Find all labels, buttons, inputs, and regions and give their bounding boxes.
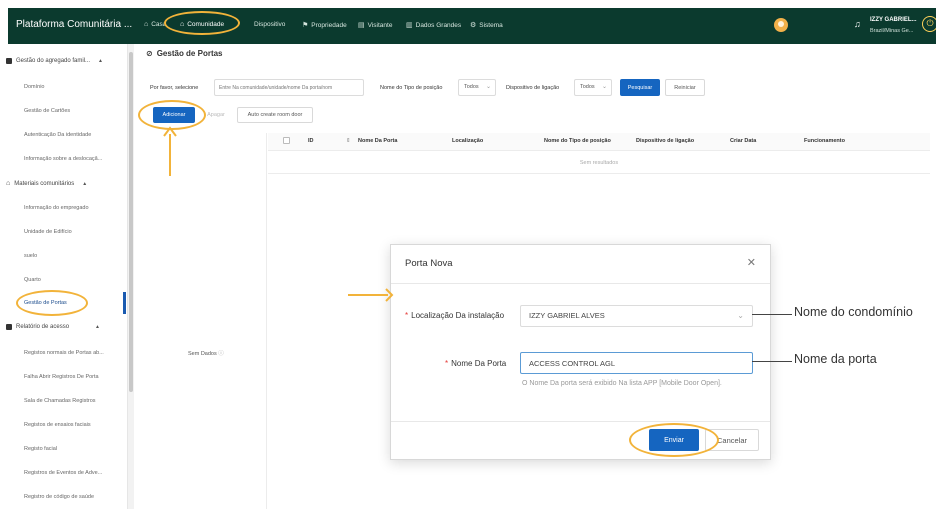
- gear-icon: ⚙: [470, 22, 477, 29]
- door-icon: ⊘: [146, 49, 153, 58]
- building-icon: ⌂: [6, 180, 11, 187]
- info-icon: ⓘ: [218, 351, 224, 357]
- tree-empty-text: Sem Dados ⓘ: [188, 351, 224, 357]
- top-navbar: Plataforma Comunitária ... ⌂ Casa ⌂ Comuni…: [8, 8, 936, 44]
- linked-device-select[interactable]: Todos ⌄: [574, 79, 612, 96]
- nav-system[interactable]: ⚙ Sistema: [470, 21, 503, 30]
- required-asterisk: *: [445, 359, 449, 368]
- door-name-hint: O Nome Da porta será exibido Na lista AP…: [522, 380, 722, 387]
- chevron-up-icon: ▲: [95, 324, 100, 330]
- nav-device[interactable]: Dispositivo: [254, 21, 285, 28]
- highlight-ring-door-management: [16, 290, 88, 316]
- chevron-up-icon: ▲: [82, 180, 88, 187]
- column-id[interactable]: ID: [308, 138, 314, 144]
- nav-big-data[interactable]: ▥ Dados Grandes: [406, 21, 461, 30]
- nav-visitor[interactable]: ▤ Visitante: [358, 21, 392, 30]
- dialog-header-divider: [391, 283, 770, 284]
- sidebar-item-cards[interactable]: Gestão de Cartões: [24, 108, 70, 114]
- arrow-up-shaft: [169, 134, 171, 176]
- sidebar-item-failed-records[interactable]: Falha Abrir Registros De Porta: [24, 374, 99, 380]
- sidebar-scroll-thumb[interactable]: [129, 52, 133, 392]
- chart-icon: ▥: [406, 22, 413, 29]
- sidebar-item-relocation[interactable]: Informação sobre a deslocaçã...: [24, 156, 102, 162]
- door-name-input[interactable]: [520, 352, 753, 374]
- sidebar-item-employee[interactable]: Informação do empregado: [24, 205, 89, 211]
- installation-location-select[interactable]: IZZY GABRIEL ALVES ⌄: [520, 305, 753, 327]
- logout-icon[interactable]: ⏻: [922, 16, 936, 32]
- page-title: ⊘ Gestão de Portas: [146, 49, 223, 58]
- condo-callout-line: [752, 314, 792, 315]
- folder-icon: [6, 58, 12, 64]
- table-empty-text: Sem resultados: [268, 152, 930, 174]
- sidebar-group-access-report[interactable]: Relatório de acesso ▲: [6, 324, 100, 330]
- chevron-down-icon: ⌄: [485, 84, 491, 90]
- home-icon: ⌂: [144, 21, 149, 28]
- sidebar-group-household[interactable]: Gestão do agregado famil... ▲: [6, 58, 103, 64]
- sidebar-item-identity[interactable]: Autenticação Da identidade: [24, 132, 91, 138]
- highlight-ring-submit: [629, 423, 719, 457]
- sidebar-item-alert-events[interactable]: Registros de Eventos de Adve...: [24, 470, 102, 476]
- sidebar-item-building-unit[interactable]: Unidade de Edifício: [24, 229, 72, 235]
- position-type-label: Nome do Tipo de posição: [380, 85, 443, 91]
- dialog-title: Porta Nova: [405, 258, 453, 269]
- sidebar-group-materials[interactable]: ⌂ Materiais comunitários ▲: [6, 180, 87, 187]
- user-location: Brazil/Minas Ge...: [870, 28, 914, 34]
- installation-location-label: * Localização Da instalação: [405, 311, 505, 320]
- sidebar-item-domain[interactable]: Domínio: [24, 84, 44, 90]
- sidebar-item-normal-records[interactable]: Registos normais de Portas ab...: [24, 350, 104, 356]
- required-asterisk: *: [405, 311, 409, 320]
- sidebar-item-call-records[interactable]: Sala de Chamadas Registros: [24, 398, 96, 404]
- sidebar-item-health-code[interactable]: Registro de código de saúde: [24, 494, 94, 500]
- auto-create-door-button[interactable]: Auto create room door: [237, 107, 313, 123]
- arrow-right-shaft: [348, 294, 388, 296]
- close-icon[interactable]: ✕: [747, 256, 756, 269]
- property-icon: ⚑: [302, 22, 309, 29]
- search-button[interactable]: Pesquisar: [620, 79, 660, 96]
- linked-device-label: Dispositivo de ligação: [506, 85, 560, 91]
- chevron-down-icon: ⌄: [737, 311, 744, 320]
- sidebar-active-indicator: [123, 292, 126, 314]
- chevron-down-icon: ⌄: [601, 84, 607, 90]
- column-door-name: Nome Da Porta: [358, 138, 398, 144]
- report-icon: [6, 324, 12, 330]
- sidebar-item-room[interactable]: Quarto: [24, 277, 41, 283]
- column-create-date: Criar Data: [730, 138, 757, 144]
- position-type-select[interactable]: Todos ⌄: [458, 79, 496, 96]
- door-callout-text: Nome da porta: [794, 352, 877, 366]
- reset-button[interactable]: Reiniciar: [665, 79, 705, 96]
- sidebar-item-face-tests[interactable]: Registos de ensaios faciais: [24, 422, 91, 428]
- nav-property[interactable]: ⚑ Propriedade: [302, 21, 347, 30]
- sidebar-item-floor[interactable]: suelo: [24, 253, 37, 259]
- column-linked-device: Dispositivo de ligação: [636, 138, 695, 144]
- door-callout-line: [752, 361, 792, 362]
- visitor-icon: ▤: [358, 22, 365, 29]
- column-position-type: Nome do Tipo de posição: [544, 138, 611, 144]
- arrow-right-head: [385, 288, 394, 302]
- sort-icon[interactable]: ⇕: [346, 138, 351, 144]
- bell-icon[interactable]: ♫: [854, 19, 861, 29]
- condo-callout-text: Nome do condomínio: [794, 305, 913, 319]
- dialog-footer-divider: [391, 421, 770, 422]
- chevron-up-icon: ▲: [98, 58, 103, 64]
- filter-select-label: Por favor, selecione: [150, 85, 199, 91]
- door-name-label: * Nome Da Porta: [445, 359, 507, 368]
- arrow-up-head: [163, 126, 177, 137]
- new-door-dialog: Porta Nova ✕ * Localização Da instalação…: [390, 244, 771, 460]
- column-location: Localização: [452, 138, 484, 144]
- brand-title: Plataforma Comunitária ...: [16, 19, 133, 30]
- tree-divider: [266, 133, 267, 509]
- user-name[interactable]: IZZY GABRIEL...: [870, 17, 917, 23]
- user-avatar[interactable]: [774, 18, 788, 32]
- highlight-ring-community: [164, 11, 240, 35]
- search-input[interactable]: [214, 79, 364, 96]
- select-all-checkbox[interactable]: [283, 137, 290, 144]
- column-operation: Funcionamento: [804, 138, 845, 144]
- sidebar-item-face-record[interactable]: Registo facial: [24, 446, 57, 452]
